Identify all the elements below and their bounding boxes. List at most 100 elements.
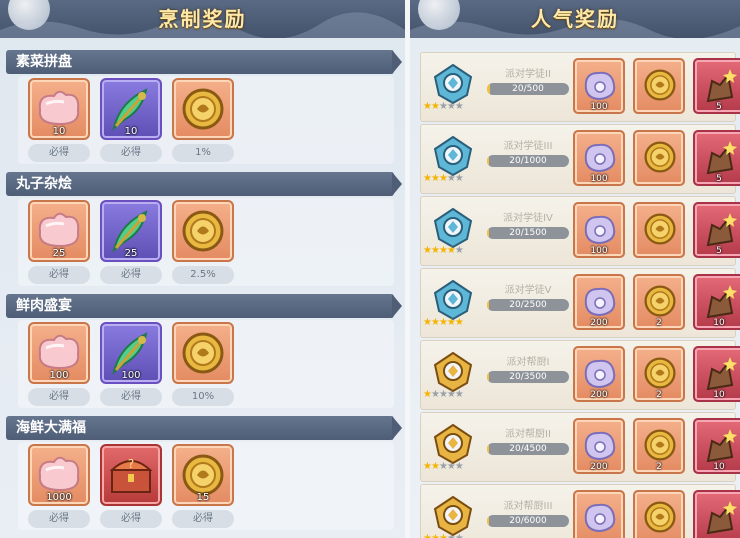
- reward-item-slot[interactable]: 25: [100, 200, 162, 262]
- reward-item-slot[interactable]: 10: [100, 78, 162, 140]
- tier-reward-slot[interactable]: 200: [573, 418, 625, 474]
- star-icon: ★: [446, 173, 456, 184]
- star-icon: ★: [430, 461, 440, 472]
- rank-name: 派对帮厨III: [503, 501, 553, 512]
- star-icon: ★: [423, 461, 432, 472]
- recipe-section: 素菜拼盘 10 必得 10 必得 1%: [0, 50, 405, 170]
- tier-reward-slot[interactable]: 100: [573, 130, 625, 186]
- popularity-rewards-title: 人气奖励: [531, 7, 619, 31]
- popularity-tier-row: ★★★★★ 派对学徒III 20/1000 100 5: [420, 124, 740, 194]
- reward-item-slot[interactable]: 1000: [28, 444, 90, 506]
- tier-reward-slot[interactable]: [633, 58, 685, 114]
- progress-text: 20/3500: [509, 372, 547, 382]
- drop-chance-label: 必得: [172, 510, 234, 528]
- star-icon: ★: [423, 389, 432, 400]
- tier-reward-slot[interactable]: [633, 490, 685, 538]
- recipe-section: 海鲜大满福 1000 必得? 必得 15 必得: [0, 416, 405, 536]
- tier-reward-slot[interactable]: 2: [633, 418, 685, 474]
- star-icon: ★: [438, 245, 448, 256]
- tier-reward-slot[interactable]: 10: [693, 418, 740, 474]
- tier-reward-slot[interactable]: 100: [573, 58, 625, 114]
- rank-name: 派对学徒II: [505, 69, 551, 80]
- recipe-header: 丸子杂烩: [6, 172, 402, 196]
- tier-reward-slot[interactable]: [633, 202, 685, 258]
- tier-reward-slot[interactable]: [693, 490, 740, 538]
- recipe-reward-card: 100 必得 100 必得 10%: [18, 320, 394, 408]
- drop-chance-label: 必得: [100, 144, 162, 162]
- reward-quantity: 200: [590, 462, 608, 472]
- progress-text: 20/2500: [509, 300, 547, 310]
- item-quantity: 10: [52, 126, 66, 137]
- star-rating: ★★★★★: [423, 101, 464, 112]
- star-rating: ★★★★★: [423, 317, 464, 328]
- recipe-reward-card: 10 必得 10 必得 1%: [18, 76, 394, 164]
- star-rating: ★★★★★: [423, 461, 464, 472]
- tier-reward-slot[interactable]: 100: [573, 202, 625, 258]
- popularity-tier-row: ★★★★★ 派对帮厨II 20/4500 200 2 10: [420, 412, 740, 482]
- tier-reward-slot[interactable]: [573, 490, 625, 538]
- reward-quantity: 2: [656, 318, 662, 328]
- reward-quantity: 5: [716, 246, 722, 256]
- item-quantity: 10: [124, 126, 138, 137]
- reward-item-slot[interactable]: 10: [28, 78, 90, 140]
- star-icon: ★: [430, 317, 440, 328]
- progress-text: 20/1000: [509, 156, 547, 166]
- star-icon: ★: [430, 101, 440, 112]
- star-icon: ★: [446, 461, 456, 472]
- drop-chance-label: 必得: [28, 510, 90, 528]
- star-icon: ★: [430, 245, 440, 256]
- star-icon: ★: [439, 533, 448, 538]
- item-quantity: 25: [52, 248, 66, 259]
- rank-name: 派对学徒III: [503, 141, 553, 152]
- drop-chance-label: 必得: [28, 388, 90, 406]
- progress-text: 20/1500: [509, 228, 547, 238]
- recipe-section: 丸子杂烩 25 必得 25 必得 2.5%: [0, 172, 405, 292]
- reward-quantity: 10: [713, 462, 725, 472]
- tier-reward-slot[interactable]: 10: [693, 346, 740, 402]
- recipe-name: 丸子杂烩: [16, 176, 72, 192]
- reward-item-slot[interactable]: [172, 78, 234, 140]
- tier-reward-slot[interactable]: 2: [633, 346, 685, 402]
- reward-quantity: 100: [590, 102, 608, 112]
- tier-reward-slot[interactable]: 5: [693, 130, 740, 186]
- item-quantity: 100: [121, 370, 141, 381]
- star-icon: ★: [454, 245, 464, 256]
- reward-item-slot[interactable]: 100: [28, 322, 90, 384]
- rank-name: 派对帮厨I: [506, 357, 550, 368]
- star-icon: ★: [423, 533, 432, 538]
- reward-quantity: 200: [590, 390, 608, 400]
- star-icon: ★: [455, 533, 464, 538]
- cooking-rewards-title: 烹制奖励: [158, 7, 247, 31]
- star-icon: ★: [430, 389, 440, 400]
- reward-item-slot[interactable]: [172, 322, 234, 384]
- rank-name: 派对学徒IV: [503, 213, 553, 224]
- tier-reward-slot[interactable]: 10: [693, 274, 740, 330]
- item-quantity: 15: [196, 492, 210, 503]
- tier-reward-slot[interactable]: 200: [573, 346, 625, 402]
- reward-item-slot[interactable]: 100: [100, 322, 162, 384]
- tier-reward-slot[interactable]: [633, 130, 685, 186]
- recipe-header: 素菜拼盘: [6, 50, 402, 74]
- drop-chance-label: 2.5%: [172, 266, 234, 284]
- star-icon: ★: [438, 461, 448, 472]
- star-icon: ★: [454, 389, 464, 400]
- tier-reward-slot[interactable]: 5: [693, 202, 740, 258]
- cooking-rewards-header: 烹制奖励: [0, 0, 405, 38]
- popularity-tier-row: ★★★★★ 派对帮厨I 20/3500 200 2 10: [420, 340, 740, 410]
- drop-chance-label: 必得: [100, 388, 162, 406]
- progress-text: 20/4500: [509, 444, 547, 454]
- tier-reward-slot[interactable]: 2: [633, 274, 685, 330]
- tier-reward-slot[interactable]: 5: [693, 58, 740, 114]
- reward-item-slot[interactable]: 15: [172, 444, 234, 506]
- tier-reward-slot[interactable]: 200: [573, 274, 625, 330]
- drop-chance-label: 10%: [172, 388, 234, 406]
- reward-item-slot[interactable]: 25: [28, 200, 90, 262]
- star-icon: ★: [446, 317, 456, 328]
- reward-item-slot[interactable]: [172, 200, 234, 262]
- popularity-tier-row: ★★★★★ 派对学徒II 20/500 100 5: [420, 52, 740, 122]
- star-icon: ★: [446, 389, 456, 400]
- popularity-rewards-panel: 人气奖励 ★★★★★ 派对学徒II 20/500 100 5 ★★★★★ 派对学徒III 20…: [410, 0, 740, 538]
- star-icon: ★: [454, 461, 464, 472]
- reward-item-slot[interactable]: ?: [100, 444, 162, 506]
- recipe-reward-card: 1000 必得? 必得 15 必得: [18, 442, 394, 530]
